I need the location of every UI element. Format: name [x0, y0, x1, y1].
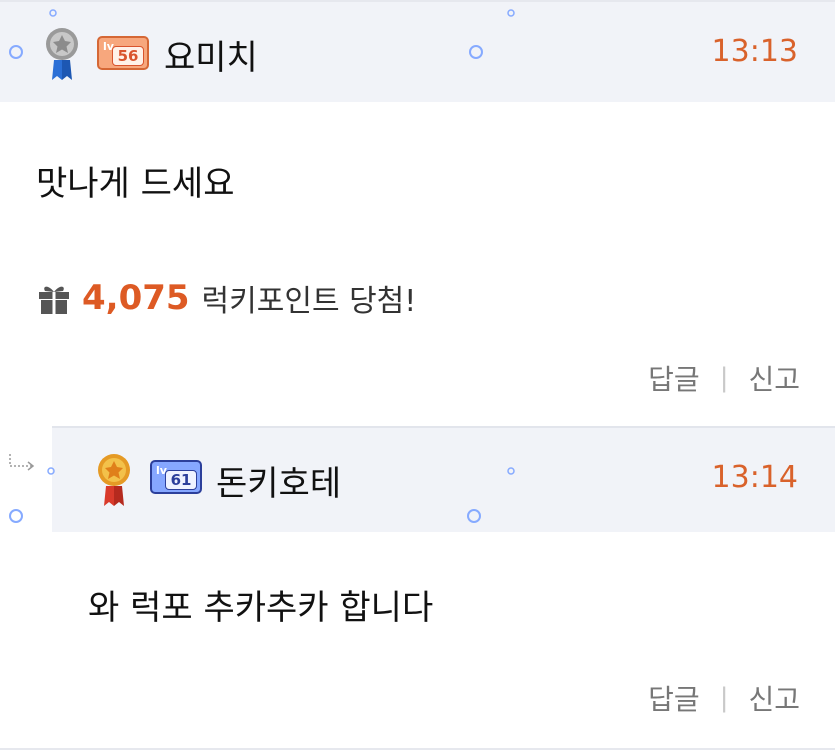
decor-dot-icon	[507, 9, 515, 17]
comment-actions: 답글 | 신고	[648, 678, 800, 718]
level-number: 61	[165, 470, 197, 490]
level-badge: lv 61	[150, 460, 202, 494]
comment-time: 13:14	[711, 460, 798, 495]
report-button[interactable]: 신고	[748, 358, 800, 398]
lucky-point-banner: 4,075 럭키포인트 당첨!	[36, 278, 417, 319]
report-button[interactable]: 신고	[748, 678, 800, 718]
reply-button[interactable]: 답글	[648, 678, 700, 718]
bottom-divider	[0, 748, 835, 750]
reply-button[interactable]: 답글	[648, 358, 700, 398]
comment-text: 맛나게 드세요	[36, 164, 235, 204]
gold-medal-icon	[98, 454, 130, 506]
reply-arrow-icon	[9, 454, 35, 471]
decor-circle-icon	[469, 45, 483, 59]
comment-time: 13:13	[711, 34, 798, 69]
comment-actions: 답글 | 신고	[648, 358, 800, 398]
gift-icon	[39, 286, 69, 314]
level-badge: lv 56	[97, 36, 149, 70]
comment-text: 와 럭포 추카추카 합니다	[88, 588, 434, 628]
decor-dot-icon	[47, 467, 55, 475]
level-number: 56	[112, 46, 144, 66]
decor-circle-icon	[9, 45, 23, 59]
decor-dot-icon	[49, 9, 57, 17]
silver-medal-icon	[46, 28, 78, 80]
decor-dot-icon	[507, 467, 515, 475]
decor-circle-icon	[9, 509, 23, 523]
decor-circle-icon	[467, 509, 481, 523]
comment-author[interactable]: 돈키호테	[216, 456, 341, 505]
action-separator: |	[719, 363, 729, 393]
comment-author[interactable]: 요미치	[164, 30, 258, 79]
action-separator: |	[719, 683, 729, 713]
lucky-points-value: 4,075	[82, 278, 190, 318]
lucky-points-label: 럭키포인트 당첨!	[201, 284, 417, 319]
